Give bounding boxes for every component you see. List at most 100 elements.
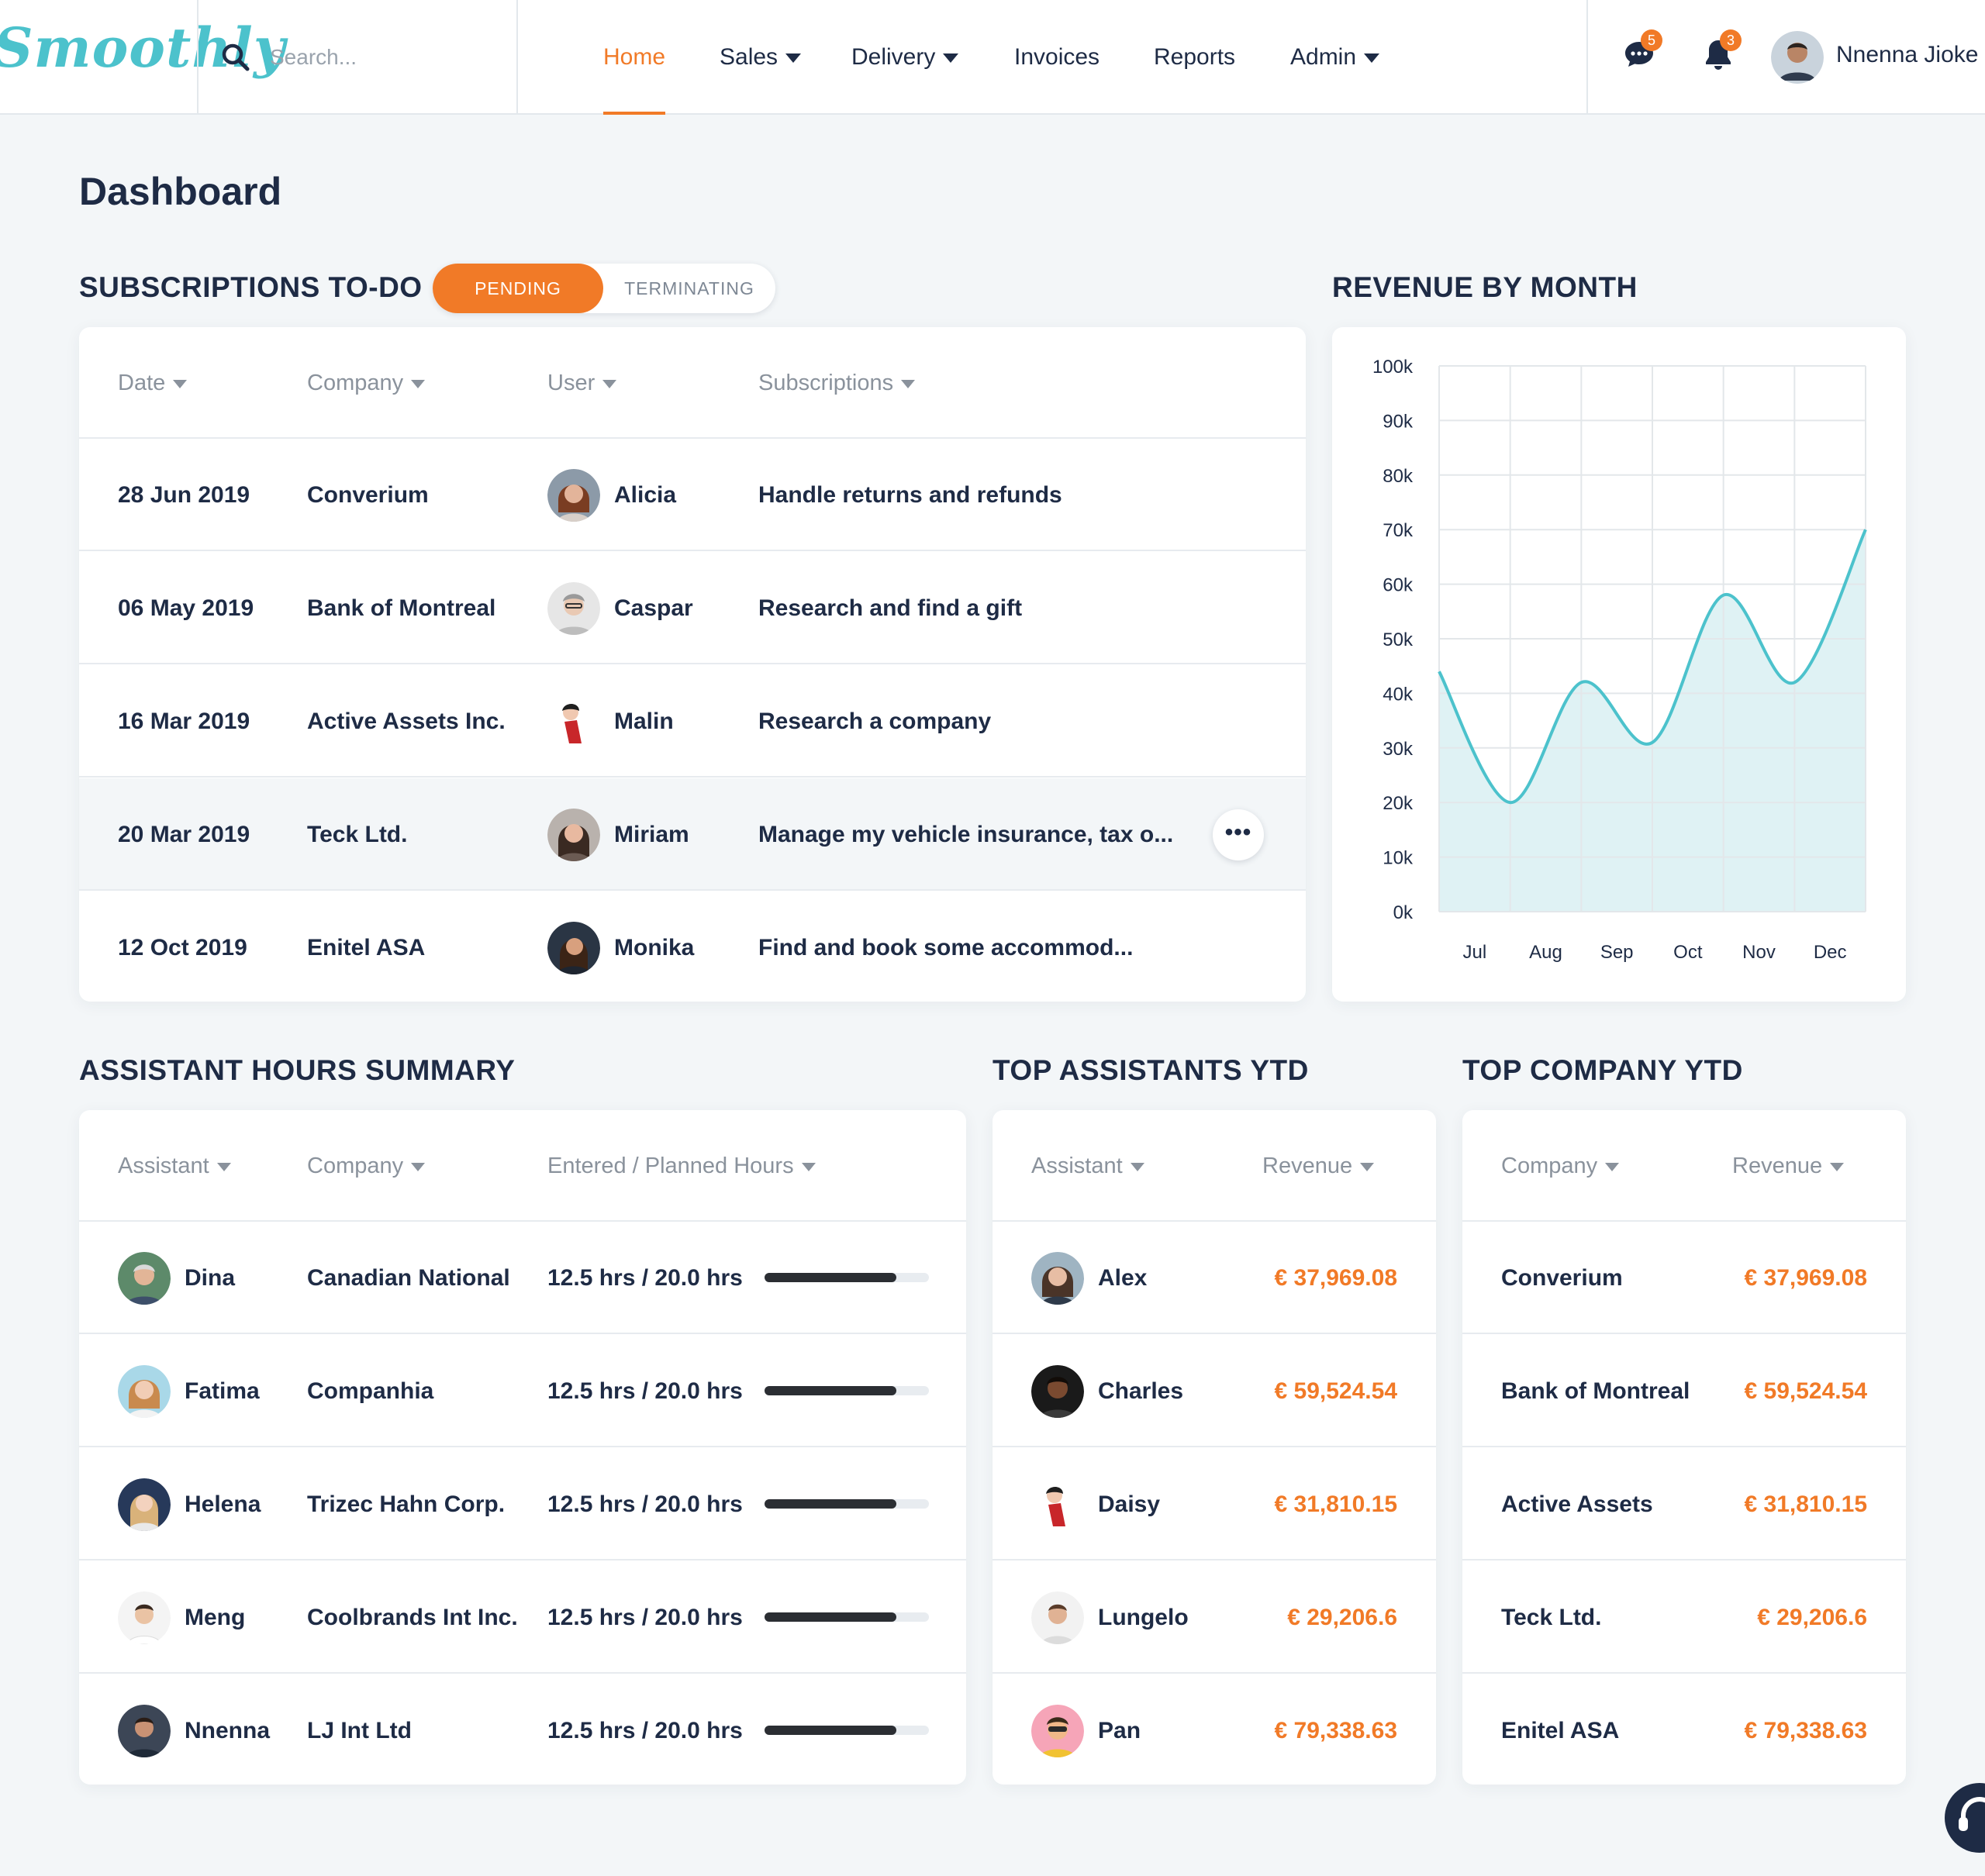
- row-company: Coolbrands Int Inc.: [307, 1605, 518, 1630]
- progress-fill: [765, 1499, 896, 1509]
- nav-home[interactable]: Home: [603, 0, 666, 115]
- table-row[interactable]: Lungelo € 29,206.6: [992, 1561, 1436, 1674]
- table-row[interactable]: Active Assets € 31,810.15: [1462, 1448, 1906, 1560]
- column-user[interactable]: User: [547, 327, 617, 439]
- table-row[interactable]: Enitel ASA € 79,338.63: [1462, 1674, 1906, 1785]
- column-revenue[interactable]: Revenue: [1262, 1110, 1375, 1222]
- table-row[interactable]: 06 May 2019 Bank of Montreal Caspar Rese…: [79, 552, 1306, 664]
- user-avatar[interactable]: [1771, 31, 1824, 88]
- table-row[interactable]: Daisy € 31,810.15: [992, 1448, 1436, 1560]
- row-assistant: Alex: [1031, 1222, 1147, 1334]
- toggle-terminating[interactable]: TERMINATING: [603, 264, 775, 313]
- messages-button[interactable]: 5: [1622, 29, 1662, 75]
- y-tick-label: 90k: [1383, 411, 1414, 432]
- column-revenue[interactable]: Revenue: [1732, 1110, 1845, 1222]
- nav-delivery[interactable]: Delivery: [851, 0, 959, 115]
- row-user: Caspar: [547, 552, 693, 664]
- user-name: Malin: [614, 708, 674, 734]
- column-assistant[interactable]: Assistant: [118, 1110, 231, 1222]
- nav-sales[interactable]: Sales: [720, 0, 802, 115]
- column-company[interactable]: Company: [307, 1110, 426, 1222]
- table-row[interactable]: Bank of Montreal € 59,524.54: [1462, 1335, 1906, 1447]
- top-assistants-title: TOP ASSISTANTS YTD: [992, 1054, 1309, 1086]
- avatar: [1031, 1251, 1084, 1305]
- avatar: [547, 695, 600, 748]
- notification-count-badge: 3: [1720, 29, 1742, 51]
- avatar: [118, 1704, 171, 1757]
- avatar: [118, 1591, 171, 1644]
- column-label: User: [547, 371, 596, 395]
- row-assistant: Helena: [118, 1448, 261, 1560]
- table-row[interactable]: Teck Ltd. € 29,206.6: [1462, 1561, 1906, 1674]
- column-company[interactable]: Company: [1501, 1110, 1620, 1222]
- table-row[interactable]: Dina Canadian National 12.5 hrs / 20.0 h…: [79, 1222, 966, 1334]
- user-name: Miriam: [614, 821, 689, 847]
- row-revenue: € 31,810.15: [1274, 1491, 1397, 1517]
- subscriptions-title: SUBSCRIPTIONS TO-DO: [79, 271, 423, 303]
- table-row[interactable]: Meng Coolbrands Int Inc. 12.5 hrs / 20.0…: [79, 1561, 966, 1674]
- sort-caret-icon: [801, 1162, 816, 1171]
- table-row[interactable]: Pan € 79,338.63: [992, 1674, 1436, 1785]
- column-assistant[interactable]: Assistant: [1031, 1110, 1144, 1222]
- row-subscription: Research and find a gift: [758, 595, 1023, 621]
- hours-progress-bar: [765, 1273, 929, 1282]
- row-assistant: Nnenna: [118, 1674, 270, 1785]
- toggle-pending[interactable]: PENDING: [433, 264, 603, 313]
- column-subscriptions[interactable]: Subscriptions: [758, 327, 916, 439]
- table-row[interactable]: Fatima Companhia 12.5 hrs / 20.0 hrs: [79, 1335, 966, 1447]
- row-company: Enitel ASA: [307, 935, 426, 960]
- column-company[interactable]: Company: [307, 327, 426, 439]
- sort-caret-icon: [1605, 1162, 1620, 1171]
- avatar: [1031, 1704, 1084, 1757]
- table-row[interactable]: 20 Mar 2019 Teck Ltd. Miriam Manage my v…: [79, 778, 1306, 891]
- subscriptions-table: Date Company User Subscriptions 28 Jun 2…: [79, 327, 1306, 1002]
- column-label: Company: [307, 1154, 404, 1178]
- divider: [516, 0, 518, 115]
- assistant-name: Charles: [1098, 1378, 1184, 1404]
- table-row[interactable]: Alex € 37,969.08: [992, 1222, 1436, 1334]
- table-row[interactable]: 28 Jun 2019 Converium Alicia Handle retu…: [79, 439, 1306, 551]
- assistant-name: Dina: [185, 1264, 236, 1291]
- sort-caret-icon: [173, 379, 188, 388]
- progress-fill: [765, 1273, 896, 1282]
- y-tick-label: 60k: [1383, 575, 1414, 596]
- assistant-name: Lungelo: [1098, 1604, 1189, 1630]
- nav-reports[interactable]: Reports: [1154, 0, 1235, 115]
- user-name[interactable]: Nnenna Jioke: [1836, 42, 1978, 68]
- y-tick-label: 100k: [1372, 357, 1414, 378]
- column-label: Subscriptions: [758, 371, 894, 395]
- table-row[interactable]: Converium € 37,969.08: [1462, 1222, 1906, 1334]
- row-date: 20 Mar 2019: [118, 822, 250, 847]
- row-company: Trizec Hahn Corp.: [307, 1491, 506, 1517]
- avatar: [1031, 1478, 1084, 1531]
- table-row[interactable]: 12 Oct 2019 Enitel ASA Monika Find and b…: [79, 891, 1306, 1002]
- hours-table: Assistant Company Entered / Planned Hour…: [79, 1110, 966, 1785]
- table-row[interactable]: Charles € 59,524.54: [992, 1335, 1436, 1447]
- column-date[interactable]: Date: [118, 327, 188, 439]
- assistant-name: Alex: [1098, 1264, 1148, 1291]
- row-company: Converium: [1501, 1265, 1623, 1291]
- notifications-button[interactable]: 3: [1703, 29, 1742, 75]
- row-date: 06 May 2019: [118, 595, 254, 621]
- column-label: Revenue: [1732, 1154, 1823, 1178]
- search-input[interactable]: [270, 42, 495, 73]
- table-header: Company Revenue: [1462, 1110, 1906, 1222]
- sort-caret-icon: [901, 379, 916, 388]
- x-tick-label: Sep: [1600, 942, 1634, 963]
- support-chat-button[interactable]: [1945, 1783, 1985, 1853]
- sort-caret-icon: [1130, 1162, 1144, 1171]
- nav-admin[interactable]: Admin: [1290, 0, 1380, 115]
- progress-fill: [765, 1726, 896, 1735]
- table-row[interactable]: Nnenna LJ Int Ltd 12.5 hrs / 20.0 hrs: [79, 1674, 966, 1785]
- column-hours[interactable]: Entered / Planned Hours: [547, 1110, 816, 1222]
- nav-invoices[interactable]: Invoices: [1014, 0, 1100, 115]
- more-options-button[interactable]: •••: [1213, 809, 1264, 860]
- table-row[interactable]: Helena Trizec Hahn Corp. 12.5 hrs / 20.0…: [79, 1448, 966, 1560]
- row-revenue: € 29,206.6: [1287, 1605, 1397, 1630]
- sort-caret-icon: [1830, 1162, 1845, 1171]
- search-box[interactable]: [220, 39, 499, 78]
- x-tick-label: Jul: [1462, 942, 1486, 963]
- y-tick-label: 40k: [1383, 684, 1414, 705]
- table-row[interactable]: 16 Mar 2019 Active Assets Inc. Malin Res…: [79, 665, 1306, 778]
- row-company: LJ Int Ltd: [307, 1718, 412, 1743]
